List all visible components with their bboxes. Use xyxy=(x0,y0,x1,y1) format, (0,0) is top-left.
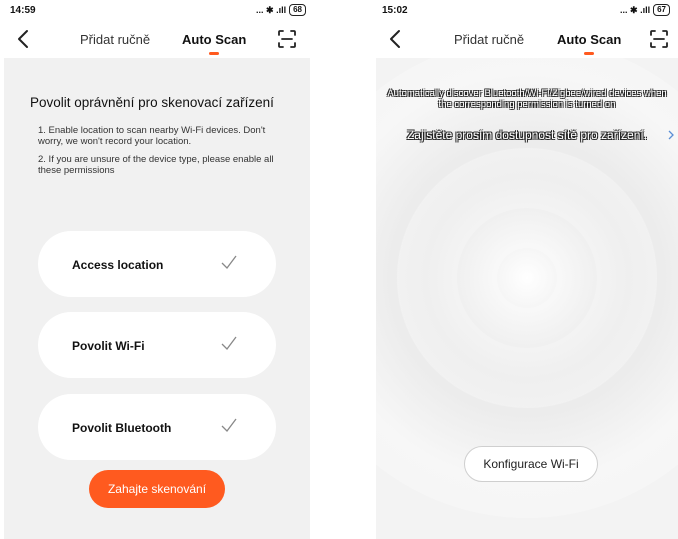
scan-code-icon[interactable] xyxy=(649,29,669,49)
signal-icons: ... ✱ .ıll xyxy=(620,4,651,15)
signal-icons: ... ✱ .ıll xyxy=(256,4,287,15)
permission-label: Access location xyxy=(72,258,164,272)
wifi-config-button[interactable]: Konfigurace Wi-Fi xyxy=(464,446,598,482)
network-availability-link[interactable]: Zajistěte prosím dostupnost sítě pro zař… xyxy=(376,128,678,142)
chevron-right-icon[interactable] xyxy=(667,130,675,140)
status-bar: 14:59 ... ✱ .ıll 68 xyxy=(4,0,314,22)
active-tab-indicator xyxy=(209,52,219,55)
auto-discover-text: Automatically discover Bluetooth/Wi-Fi/Z… xyxy=(387,88,667,110)
scan-code-icon[interactable] xyxy=(277,29,297,49)
permission-label: Povolit Bluetooth xyxy=(72,421,172,435)
right-screen: 15:02 ... ✱ .ıll 67 Přidat ručně Auto Sc… xyxy=(376,0,678,539)
permission-label: Povolit Wi-Fi xyxy=(72,339,145,353)
permissions-panel: Povolit oprávnění pro skenovací zařízení… xyxy=(4,58,310,539)
start-scan-button[interactable]: Zahajte skenování xyxy=(89,470,225,508)
back-arrow-icon[interactable] xyxy=(386,28,406,50)
back-arrow-icon[interactable] xyxy=(14,28,34,50)
permission-bluetooth[interactable]: Povolit Bluetooth xyxy=(38,394,276,460)
scan-radar-area: Automatically discover Bluetooth/Wi-Fi/Z… xyxy=(376,58,678,539)
nav-bar: Přidat ručně Auto Scan xyxy=(4,22,314,58)
nav-bar: Přidat ručně Auto Scan xyxy=(376,22,678,58)
status-icons: ... ✱ .ıll 68 xyxy=(256,4,306,16)
tab-auto-scan[interactable]: Auto Scan xyxy=(182,32,246,47)
status-icons: ... ✱ .ıll 67 xyxy=(620,4,670,16)
check-icon xyxy=(221,255,237,269)
permission-note-1: 1. Enable location to scan nearby Wi-Fi … xyxy=(38,125,266,147)
status-time: 14:59 xyxy=(10,5,36,16)
permissions-title: Povolit oprávnění pro skenovací zařízení xyxy=(30,95,274,110)
battery-icon: 67 xyxy=(653,4,670,16)
left-screen: 14:59 ... ✱ .ıll 68 Přidat ručně Auto Sc… xyxy=(4,0,314,539)
status-bar: 15:02 ... ✱ .ıll 67 xyxy=(376,0,678,22)
tab-manual-add[interactable]: Přidat ručně xyxy=(80,32,150,47)
check-icon xyxy=(221,418,237,432)
radar-center xyxy=(497,248,557,308)
permission-location[interactable]: Access location xyxy=(38,231,276,297)
permission-note-2: 2. If you are unsure of the device type,… xyxy=(38,154,274,176)
tab-manual-add[interactable]: Přidat ručně xyxy=(454,32,524,47)
tab-auto-scan[interactable]: Auto Scan xyxy=(557,32,621,47)
active-tab-indicator xyxy=(584,52,594,55)
permission-wifi[interactable]: Povolit Wi-Fi xyxy=(38,312,276,378)
battery-icon: 68 xyxy=(289,4,306,16)
check-icon xyxy=(221,336,237,350)
status-time: 15:02 xyxy=(382,5,408,16)
